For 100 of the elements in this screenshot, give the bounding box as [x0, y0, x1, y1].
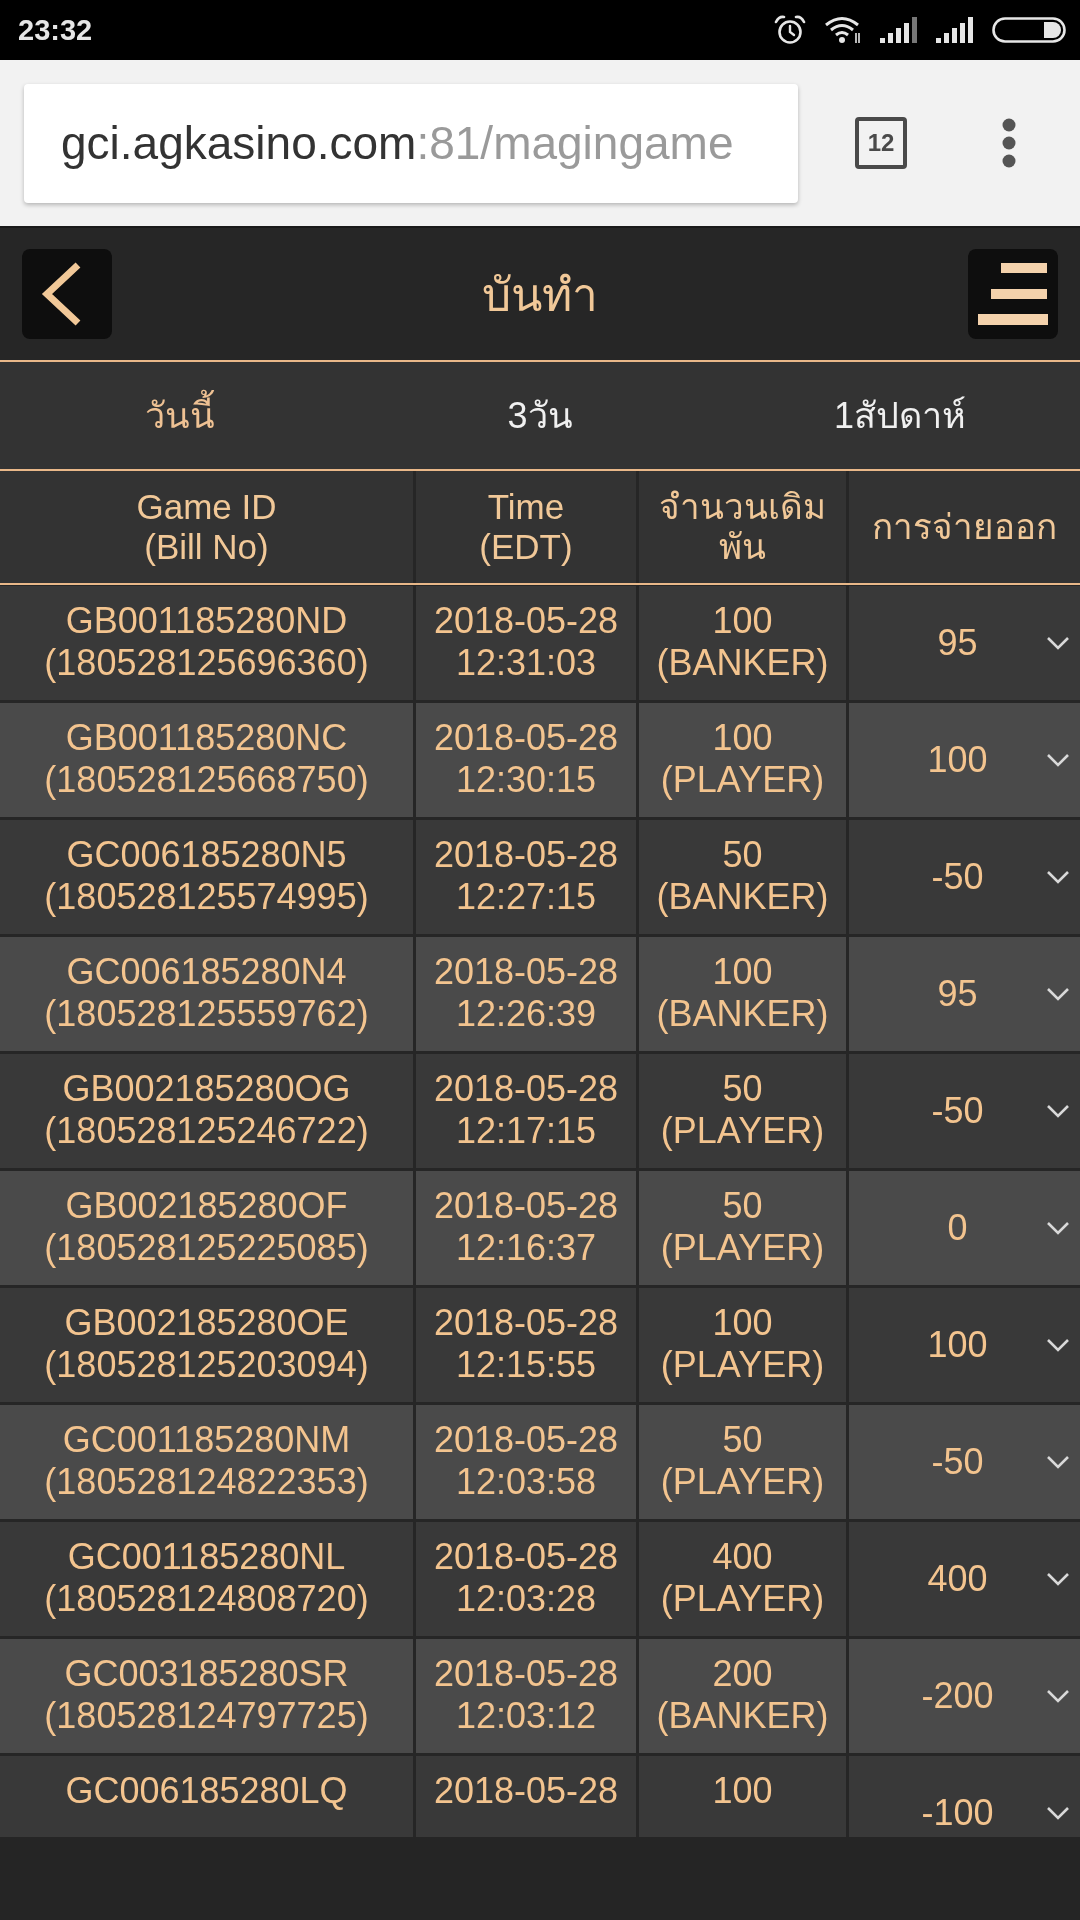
bet-side-text: (BANKER) [656, 642, 829, 684]
bet-side-text: (PLAYER) [660, 1578, 825, 1620]
more-vertical-icon [1002, 118, 1016, 168]
bet-amount-text: 100 [712, 600, 773, 642]
bet-side-text: (PLAYER) [660, 1461, 825, 1503]
bet-amount-text: 50 [722, 1419, 763, 1461]
column-header-text: จำนวนเดิมพัน [658, 487, 827, 567]
time-text: 12:03:58 [455, 1461, 597, 1503]
date-text: 2018-05-28 [433, 951, 619, 993]
signal-icon [936, 17, 974, 43]
url-path-text: :81/magingame [416, 116, 734, 170]
bet-side-text: (PLAYER) [660, 1227, 825, 1269]
bet-amount-text: 100 [712, 1770, 773, 1812]
status-time-text: 23:32 [18, 13, 93, 47]
time-text: 12:27:15 [455, 876, 597, 918]
time-text: 12:03:28 [455, 1578, 597, 1620]
chevron-down-icon[interactable] [1046, 1338, 1070, 1352]
payout-text: 95 [937, 623, 978, 663]
column-header-text: การจ่ายออก [872, 507, 1057, 547]
tab-switcher-button[interactable]: 12 [855, 117, 907, 169]
payout-text: 400 [927, 1559, 988, 1599]
game-id-text: GB002185280OG [62, 1068, 351, 1110]
bet-amount-text: 200 [712, 1653, 773, 1695]
column-header-text: Time [487, 487, 565, 527]
payout-text: -50 [931, 1091, 984, 1131]
bet-amount-text: 100 [712, 1302, 773, 1344]
time-text: 12:16:37 [455, 1227, 597, 1269]
chevron-down-icon[interactable] [1046, 1104, 1070, 1118]
game-id-text: GC006185280N4 [66, 951, 347, 993]
time-text: 12:15:55 [455, 1344, 597, 1386]
chevron-down-icon[interactable] [1046, 870, 1070, 884]
alarm-clock-icon [774, 15, 806, 45]
date-text: 2018-05-28 [433, 1653, 619, 1695]
column-header-text: (Bill No) [144, 527, 269, 567]
date-text: 2018-05-28 [433, 1068, 619, 1110]
back-button[interactable] [22, 249, 112, 339]
bill-number-text: (180528124822353) [44, 1461, 369, 1503]
bet-side-text: (BANKER) [656, 993, 829, 1035]
bet-amount-text: 100 [712, 717, 773, 759]
chevron-down-icon[interactable] [1046, 1221, 1070, 1235]
bill-number-text: (180528125668750) [44, 759, 369, 801]
chevron-down-icon[interactable] [1046, 753, 1070, 767]
more-options-button[interactable] [1002, 118, 1016, 168]
bet-amount-text: 50 [722, 834, 763, 876]
chevron-down-icon[interactable] [1046, 987, 1070, 1001]
menu-button[interactable] [968, 249, 1058, 339]
date-text: 2018-05-28 [433, 1185, 619, 1227]
chevron-down-icon[interactable] [1046, 1572, 1070, 1586]
bet-amount-text: 100 [712, 951, 773, 993]
game-id-text: GC006185280N5 [66, 834, 347, 876]
bill-number-text: (180528124808720) [44, 1578, 369, 1620]
signal-icon [880, 17, 918, 43]
bill-number-text: (180528125246722) [44, 1110, 369, 1152]
payout-text: -200 [921, 1676, 994, 1716]
wifi-icon [824, 16, 862, 44]
date-range-tab[interactable]: วันนี้ [0, 362, 360, 469]
chevron-down-icon[interactable] [1046, 1455, 1070, 1469]
game-id-text: GC001185280NL [67, 1536, 346, 1578]
bet-side-text: (PLAYER) [660, 1344, 825, 1386]
column-header-text: Game ID [136, 487, 277, 527]
chevron-down-icon[interactable] [1046, 1689, 1070, 1703]
date-range-tab[interactable]: 1สัปดาห์ [720, 362, 1080, 469]
time-text: 12:31:03 [455, 642, 597, 684]
chevron-down-icon[interactable] [1046, 636, 1070, 650]
date-text: 2018-05-28 [433, 600, 619, 642]
address-field[interactable]: gci.agkasino.com:81/magingame [24, 83, 798, 203]
time-text: 12:30:15 [455, 759, 597, 801]
game-id-text: GB002185280OE [64, 1302, 349, 1344]
payout-text: 0 [947, 1208, 968, 1248]
game-id-text: GB001185280ND [65, 600, 348, 642]
date-text: 2018-05-28 [433, 834, 619, 876]
bill-number-text: (180528125559762) [44, 993, 369, 1035]
date-text: 2018-05-28 [433, 1302, 619, 1344]
date-text: 2018-05-28 [433, 1419, 619, 1461]
bet-side-text: (BANKER) [656, 1695, 829, 1737]
time-text: 12:17:15 [455, 1110, 597, 1152]
date-range-tab[interactable]: 3วัน [360, 362, 720, 469]
bill-number-text: (180528125225085) [44, 1227, 369, 1269]
date-text: 2018-05-28 [433, 1536, 619, 1578]
bet-amount-text: 400 [712, 1536, 773, 1578]
payout-text: 100 [927, 740, 988, 780]
bill-number-text: (180528125574995) [44, 876, 369, 918]
game-id-text: GC006185280LQ [65, 1770, 348, 1812]
bill-number-text: (180528125696360) [44, 642, 369, 684]
bet-side-text: (PLAYER) [660, 759, 825, 801]
bet-side-text: (PLAYER) [660, 1110, 825, 1152]
bet-amount-text: 50 [722, 1068, 763, 1110]
bill-number-text: (180528125203094) [44, 1344, 369, 1386]
date-text: 2018-05-28 [433, 1770, 619, 1812]
date-text: 2018-05-28 [433, 717, 619, 759]
url-host-text: gci.agkasino.com [61, 116, 417, 170]
bet-amount-text: 50 [722, 1185, 763, 1227]
payout-text: -100 [921, 1793, 994, 1833]
chevron-down-icon[interactable] [1046, 1806, 1070, 1820]
battery-icon [992, 17, 1066, 43]
column-header-text: (EDT) [479, 527, 573, 567]
game-id-text: GB002185280OF [65, 1185, 348, 1227]
bet-side-text: (BANKER) [656, 876, 829, 918]
payout-text: -50 [931, 1442, 984, 1482]
payout-text: 100 [927, 1325, 988, 1365]
